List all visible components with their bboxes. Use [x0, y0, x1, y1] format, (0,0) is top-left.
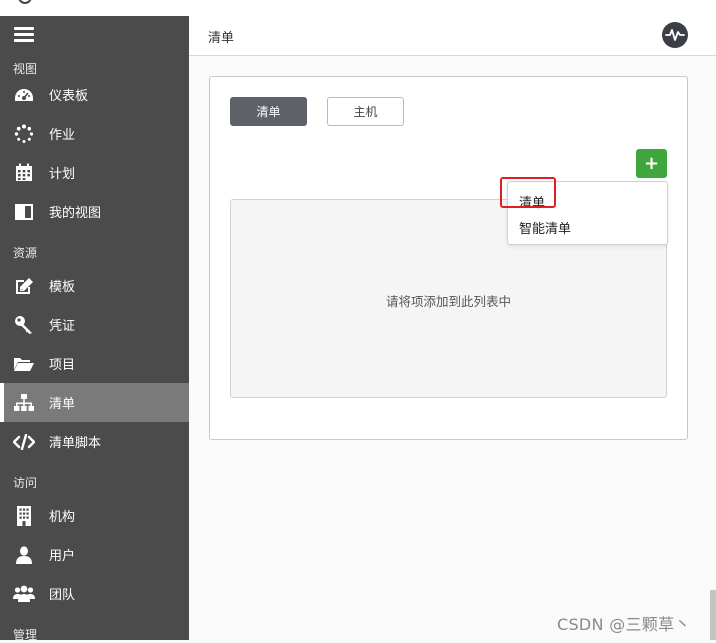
- building-icon: [13, 505, 35, 527]
- sidebar-item-users[interactable]: 用户: [0, 535, 189, 574]
- key-icon: [13, 314, 35, 336]
- sidebar-item-label: 团队: [49, 588, 76, 603]
- activity-stream-icon[interactable]: [662, 22, 688, 48]
- sidebar-item-inventory-scripts[interactable]: 清单脚本: [0, 422, 189, 461]
- sidebar-item-label: 模板: [49, 280, 76, 295]
- sidebar-item-label: 凭证: [49, 319, 76, 334]
- scrollbar[interactable]: [710, 590, 716, 640]
- sidebar-item-inventories[interactable]: 清单: [0, 383, 189, 422]
- sidebar-item-templates[interactable]: 模板: [0, 266, 189, 305]
- inventories-panel: 清单 主机 + 请将项添加到此列表中: [209, 76, 688, 440]
- users-icon: [13, 583, 35, 605]
- tab-inventories[interactable]: 清单: [230, 97, 307, 126]
- sidebar-section-access: 访问: [13, 476, 38, 490]
- columns-icon: [13, 201, 35, 223]
- sidebar-item-label: 项目: [49, 358, 76, 373]
- sidebar: 视图 仪表板 作业 计划 我的视图 资源 模板 凭证 项目 清单 清单脚本 访问…: [0, 16, 189, 642]
- tab-hosts[interactable]: 主机: [327, 97, 404, 126]
- edit-icon: [13, 275, 35, 297]
- page-header: 清单: [189, 16, 716, 56]
- logo-icon: [18, 0, 32, 4]
- sidebar-item-label: 机构: [49, 510, 76, 525]
- menu-toggle-icon[interactable]: [14, 27, 34, 45]
- sidebar-item-label: 计划: [49, 167, 76, 182]
- empty-list-message: 请将项添加到此列表中: [385, 294, 511, 309]
- sidebar-item-dashboard[interactable]: 仪表板: [0, 75, 189, 114]
- top-strip: [0, 0, 716, 17]
- page-title: 清单: [208, 31, 235, 46]
- sidebar-section-admin: 管理: [13, 628, 38, 642]
- sidebar-item-teams[interactable]: 团队: [0, 574, 189, 613]
- folder-open-icon: [13, 353, 35, 375]
- sidebar-section-resources: 资源: [13, 246, 38, 260]
- sidebar-item-label: 我的视图: [49, 206, 102, 221]
- annotation-highlight-box: [500, 177, 556, 208]
- sidebar-item-label: 用户: [49, 549, 76, 564]
- dashboard-icon: [13, 84, 35, 106]
- add-button[interactable]: +: [636, 149, 667, 178]
- sidebar-item-label: 仪表板: [49, 89, 89, 104]
- sidebar-item-jobs[interactable]: 作业: [0, 114, 189, 153]
- sidebar-item-schedules[interactable]: 计划: [0, 153, 189, 192]
- sitemap-icon: [13, 392, 35, 414]
- watermark: CSDN @三颗草丶: [557, 615, 691, 634]
- spinner-icon: [13, 123, 35, 145]
- sidebar-item-label: 作业: [49, 128, 76, 143]
- sidebar-item-credentials[interactable]: 凭证: [0, 305, 189, 344]
- sidebar-item-organizations[interactable]: 机构: [0, 496, 189, 535]
- sidebar-item-projects[interactable]: 项目: [0, 344, 189, 383]
- user-icon: [13, 544, 35, 566]
- calendar-icon: [13, 162, 35, 184]
- dropdown-item-smart-inventory[interactable]: 智能清单: [519, 218, 571, 237]
- sidebar-item-my-view[interactable]: 我的视图: [0, 192, 189, 231]
- sidebar-item-label: 清单: [49, 397, 76, 412]
- code-icon: [13, 431, 35, 453]
- sidebar-item-label: 清单脚本: [49, 436, 102, 451]
